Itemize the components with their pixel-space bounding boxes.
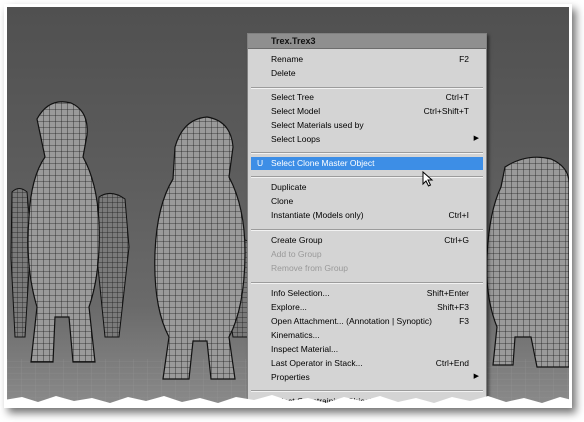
menu-item-last-operator[interactable]: Last Operator in Stack... Ctrl+End: [251, 357, 483, 370]
menu-item-label: Remove from Group: [271, 263, 348, 273]
menu-item-label: Select Tree: [271, 92, 314, 102]
menu-item-label: Delete: [271, 68, 296, 78]
menu-item-label: Info Selection...: [271, 288, 330, 298]
chevron-right-icon: ▶: [473, 373, 479, 380]
menu-item-select-clone-master[interactable]: U Select Clone Master Object: [251, 157, 483, 170]
menu-item-properties[interactable]: Properties ▶: [251, 371, 483, 384]
menu-item-create-group[interactable]: Create Group Ctrl+G: [251, 234, 483, 247]
torn-edge: [4, 395, 572, 408]
menu-item-shortcut: Ctrl+G: [444, 235, 469, 245]
menu-title-bar: Trex.Trex3: [248, 34, 486, 49]
menu-item-shortcut: Ctrl+End: [435, 358, 469, 368]
menu-item-explore[interactable]: Explore... Shift+F3: [251, 301, 483, 314]
mouse-pointer-icon: [422, 171, 434, 187]
menu-item-inspect-material[interactable]: Inspect Material...: [251, 343, 483, 356]
menu-separator: [251, 87, 483, 89]
menu-item-label: Properties: [271, 372, 310, 382]
menu-item-add-to-group: Add to Group: [251, 248, 483, 261]
trex-model-right: [486, 156, 569, 368]
menu-item-instantiate[interactable]: Instantiate (Models only) Ctrl+I: [251, 209, 483, 222]
menu-item-label: Add to Group: [271, 249, 322, 259]
menu-item-label: Duplicate: [271, 182, 307, 192]
menu-item-rename[interactable]: Rename F2: [251, 53, 483, 66]
menu-item-kinematics[interactable]: Kinematics...: [251, 329, 483, 342]
menu-item-delete[interactable]: Delete: [251, 67, 483, 80]
menu-item-label: Select Materials used by: [271, 120, 364, 130]
menu-item-label: Select Model: [271, 106, 321, 116]
menu-item-label: Create Group: [271, 235, 323, 245]
menu-item-shortcut: Shift+F3: [437, 302, 469, 312]
menu-item-select-tree[interactable]: Select Tree Ctrl+T: [251, 91, 483, 104]
menu-separator: [251, 152, 483, 154]
menu-title: Trex.Trex3: [271, 36, 316, 46]
menu-item-clone[interactable]: Clone: [251, 195, 483, 208]
menu-item-label: Inspect Material...: [271, 344, 339, 354]
menu-item-remove-from-group: Remove from Group: [251, 262, 483, 275]
menu-separator: [251, 176, 483, 178]
menu-item-label: Instantiate (Models only): [271, 210, 364, 220]
menu-item-prefix: U: [257, 158, 264, 168]
menu-item-label: Select Loops: [271, 134, 321, 144]
menu-item-shortcut: Ctrl+Shift+T: [423, 106, 469, 116]
menu-item-label: Clone: [271, 196, 294, 206]
menu-item-shortcut: Ctrl+T: [445, 92, 469, 102]
menu-item-label: Kinematics...: [271, 330, 320, 340]
screenshot-frame: Trex.Trex3 Rename F2 Delete Select Tree …: [4, 4, 572, 408]
menu-item-label: Open Attachment... (Annotation | Synopti…: [271, 316, 432, 326]
context-menu[interactable]: Trex.Trex3 Rename F2 Delete Select Tree …: [247, 33, 487, 407]
trex-model-left: [27, 101, 100, 363]
menu-item-shortcut: Shift+Enter: [426, 288, 469, 298]
menu-item-label: Last Operator in Stack...: [271, 358, 363, 368]
menu-item-label: Explore...: [271, 302, 307, 312]
trex-model-center: [154, 116, 246, 380]
menu-item-label: Select Clone Master Object: [271, 158, 375, 168]
menu-item-select-model[interactable]: Select Model Ctrl+Shift+T: [251, 105, 483, 118]
menu-item-info-selection[interactable]: Info Selection... Shift+Enter: [251, 287, 483, 300]
menu-item-select-loops[interactable]: Select Loops ▶: [251, 133, 483, 146]
menu-item-open-attachment[interactable]: Open Attachment... (Annotation | Synopti…: [251, 315, 483, 328]
menu-item-select-materials[interactable]: Select Materials used by: [251, 119, 483, 132]
menu-item-shortcut: F3: [459, 316, 469, 326]
menu-item-shortcut: Ctrl+I: [448, 210, 469, 220]
menu-separator: [251, 282, 483, 284]
menu-item-duplicate[interactable]: Duplicate: [251, 181, 483, 194]
menu-item-label: Rename: [271, 54, 304, 64]
menu-separator: [251, 229, 483, 231]
menu-item-shortcut: F2: [459, 54, 469, 64]
chevron-right-icon: ▶: [473, 135, 479, 142]
